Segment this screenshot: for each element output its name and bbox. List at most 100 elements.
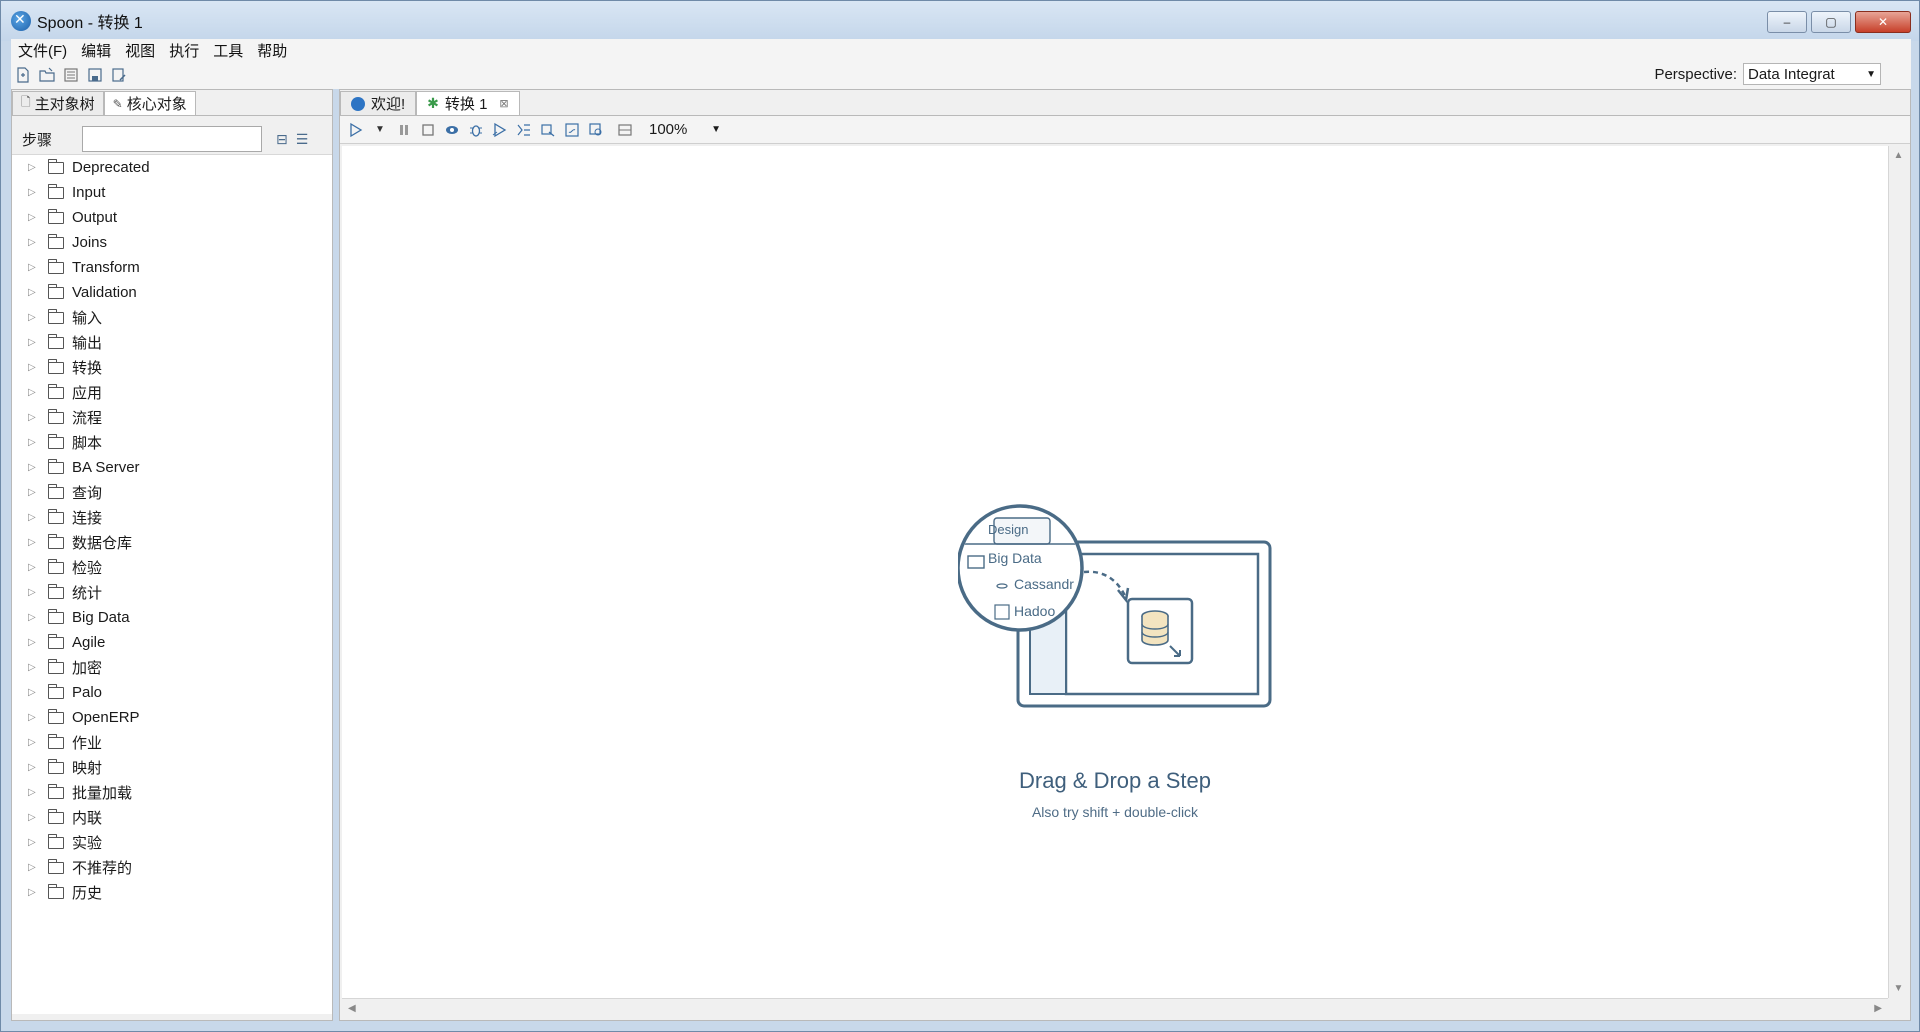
menu-tools[interactable]: 工具 — [206, 40, 250, 61]
expand-arrow-icon[interactable]: ▷ — [28, 387, 42, 398]
explore-db-icon[interactable] — [587, 121, 605, 139]
expand-arrow-icon[interactable]: ▷ — [28, 162, 42, 173]
tree-item[interactable]: ▷ 统计 — [12, 580, 332, 605]
transformation-canvas[interactable]: Design Big Data Cassandr Hadoo Drag & Dr… — [342, 146, 1888, 998]
tree-item[interactable]: ▷ Palo — [12, 680, 332, 705]
sql-icon[interactable] — [563, 121, 581, 139]
expand-arrow-icon[interactable]: ▷ — [28, 337, 42, 348]
expand-arrow-icon[interactable]: ▷ — [28, 737, 42, 748]
stop-icon[interactable] — [419, 121, 437, 139]
tree-item[interactable]: ▷ 实验 — [12, 830, 332, 855]
new-file-icon[interactable] — [14, 66, 32, 84]
tree-item[interactable]: ▷ 输入 — [12, 305, 332, 330]
scroll-left-icon[interactable]: ◀ — [348, 1003, 356, 1014]
grid-icon[interactable] — [616, 121, 634, 139]
expand-arrow-icon[interactable]: ▷ — [28, 537, 42, 548]
close-tab-icon[interactable]: ⊠ — [499, 97, 508, 110]
scroll-up-icon[interactable]: ▲ — [1894, 150, 1904, 161]
vertical-scrollbar[interactable]: ▲ ▼ — [1888, 146, 1908, 998]
pause-icon[interactable] — [395, 121, 413, 139]
expand-arrow-icon[interactable]: ▷ — [28, 612, 42, 623]
tree-item[interactable]: ▷ 输出 — [12, 330, 332, 355]
expand-arrow-icon[interactable]: ▷ — [28, 662, 42, 673]
expand-arrow-icon[interactable]: ▷ — [28, 412, 42, 423]
tree-item[interactable]: ▷ Deprecated — [12, 155, 332, 180]
expand-arrow-icon[interactable]: ▷ — [28, 212, 42, 223]
expand-arrow-icon[interactable]: ▷ — [28, 487, 42, 498]
tree-item[interactable]: ▷ 流程 — [12, 405, 332, 430]
menu-view[interactable]: 视图 — [118, 40, 162, 61]
expand-arrow-icon[interactable]: ▷ — [28, 237, 42, 248]
expand-arrow-icon[interactable]: ▷ — [28, 262, 42, 273]
expand-arrow-icon[interactable]: ▷ — [28, 837, 42, 848]
run-options-icon[interactable]: ▼ — [371, 121, 389, 139]
horizontal-scrollbar[interactable]: ◀ ▶ — [342, 998, 1888, 1018]
tree-item[interactable]: ▷ 连接 — [12, 505, 332, 530]
run-icon[interactable] — [347, 121, 365, 139]
scroll-right-icon[interactable]: ▶ — [1874, 1003, 1882, 1014]
tab-transformation-1[interactable]: ✱ 转换 1 ⊠ — [416, 91, 520, 115]
expand-all-icon[interactable]: ☰ — [296, 131, 309, 148]
replay-icon[interactable] — [491, 121, 509, 139]
preview-icon[interactable] — [443, 121, 461, 139]
expand-arrow-icon[interactable]: ▷ — [28, 637, 42, 648]
tree-item[interactable]: ▷ Input — [12, 180, 332, 205]
save-as-icon[interactable] — [110, 66, 128, 84]
expand-arrow-icon[interactable]: ▷ — [28, 712, 42, 723]
maximize-button[interactable]: ▢ — [1811, 11, 1851, 33]
menu-edit[interactable]: 编辑 — [74, 40, 118, 61]
expand-arrow-icon[interactable]: ▷ — [28, 312, 42, 323]
tree-item[interactable]: ▷ BA Server — [12, 455, 332, 480]
tree-item[interactable]: ▷ 作业 — [12, 730, 332, 755]
steps-search-input[interactable] — [82, 126, 262, 152]
tree-item[interactable]: ▷ 转换 — [12, 355, 332, 380]
tree-item[interactable]: ▷ 批量加载 — [12, 780, 332, 805]
close-button[interactable]: ✕ — [1855, 11, 1911, 33]
tree-item[interactable]: ▷ 加密 — [12, 655, 332, 680]
expand-arrow-icon[interactable]: ▷ — [28, 362, 42, 373]
title-bar[interactable]: Spoon - 转换 1 – ▢ ✕ — [1, 1, 1919, 41]
tab-welcome[interactable]: 欢迎! — [340, 91, 417, 115]
scroll-down-icon[interactable]: ▼ — [1894, 983, 1904, 994]
expand-arrow-icon[interactable]: ▷ — [28, 687, 42, 698]
tree-item[interactable]: ▷ Output — [12, 205, 332, 230]
expand-arrow-icon[interactable]: ▷ — [28, 762, 42, 773]
expand-arrow-icon[interactable]: ▷ — [28, 887, 42, 898]
verify-icon[interactable] — [515, 121, 533, 139]
tree-item[interactable]: ▷ 应用 — [12, 380, 332, 405]
tree-item[interactable]: ▷ Transform — [12, 255, 332, 280]
tree-item[interactable]: ▷ Agile — [12, 630, 332, 655]
tree-item[interactable]: ▷ Validation — [12, 280, 332, 305]
tab-view[interactable]: 🗋 主对象树 — [12, 91, 104, 115]
expand-arrow-icon[interactable]: ▷ — [28, 437, 42, 448]
zoom-dropdown[interactable]: 100% ▼ — [645, 119, 725, 141]
tree-item[interactable]: ▷ 历史 — [12, 880, 332, 905]
menu-help[interactable]: 帮助 — [250, 40, 294, 61]
tree-item[interactable]: ▷ Big Data — [12, 605, 332, 630]
impact-icon[interactable] — [539, 121, 557, 139]
expand-arrow-icon[interactable]: ▷ — [28, 187, 42, 198]
menu-file[interactable]: 文件(F) — [11, 40, 74, 61]
menu-run[interactable]: 执行 — [162, 40, 206, 61]
collapse-all-icon[interactable]: ⊟ — [276, 131, 288, 148]
tree-item[interactable]: ▷ Joins — [12, 230, 332, 255]
expand-arrow-icon[interactable]: ▷ — [28, 787, 42, 798]
tree-item[interactable]: ▷ 内联 — [12, 805, 332, 830]
tab-design[interactable]: ✎ 核心对象 — [103, 91, 196, 115]
expand-arrow-icon[interactable]: ▷ — [28, 812, 42, 823]
expand-arrow-icon[interactable]: ▷ — [28, 287, 42, 298]
save-icon[interactable] — [86, 66, 104, 84]
expand-arrow-icon[interactable]: ▷ — [28, 512, 42, 523]
tree-item[interactable]: ▷ 映射 — [12, 755, 332, 780]
expand-arrow-icon[interactable]: ▷ — [28, 587, 42, 598]
tree-item[interactable]: ▷ 检验 — [12, 555, 332, 580]
minimize-button[interactable]: – — [1767, 11, 1807, 33]
tree-item[interactable]: ▷ 查询 — [12, 480, 332, 505]
open-file-icon[interactable] — [38, 66, 56, 84]
expand-arrow-icon[interactable]: ▷ — [28, 562, 42, 573]
expand-arrow-icon[interactable]: ▷ — [28, 462, 42, 473]
debug-icon[interactable] — [467, 121, 485, 139]
explore-repository-icon[interactable] — [62, 66, 80, 84]
expand-arrow-icon[interactable]: ▷ — [28, 862, 42, 873]
perspective-dropdown[interactable]: Data Integrat ▼ — [1743, 63, 1881, 85]
